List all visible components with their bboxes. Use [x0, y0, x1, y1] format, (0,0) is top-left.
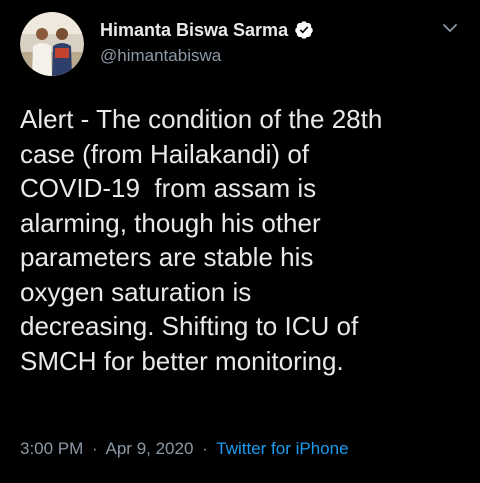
tweet-date[interactable]: Apr 9, 2020	[106, 439, 194, 458]
tweet-source-link[interactable]: Twitter for iPhone	[216, 439, 348, 458]
chevron-down-icon[interactable]	[440, 18, 460, 38]
author-handle[interactable]: @himantabiswa	[100, 45, 314, 67]
tweet-meta: 3:00 PM · Apr 9, 2020 · Twitter for iPho…	[20, 438, 349, 460]
meta-separator: ·	[92, 439, 98, 458]
tweet-time[interactable]: 3:00 PM	[20, 439, 83, 458]
author-info: Himanta Biswa Sarma @himantabiswa	[100, 19, 314, 67]
author-display-name[interactable]: Himanta Biswa Sarma	[100, 19, 288, 41]
avatar-photo	[20, 12, 84, 76]
author-avatar[interactable]	[20, 12, 84, 76]
tweet-card: Himanta Biswa Sarma @himantabiswa Alert …	[0, 0, 480, 483]
verified-badge-icon	[294, 20, 314, 40]
meta-separator: ·	[202, 439, 208, 458]
tweet-text: Alert - The condition of the 28th case (…	[20, 104, 383, 376]
name-row: Himanta Biswa Sarma	[100, 19, 314, 41]
